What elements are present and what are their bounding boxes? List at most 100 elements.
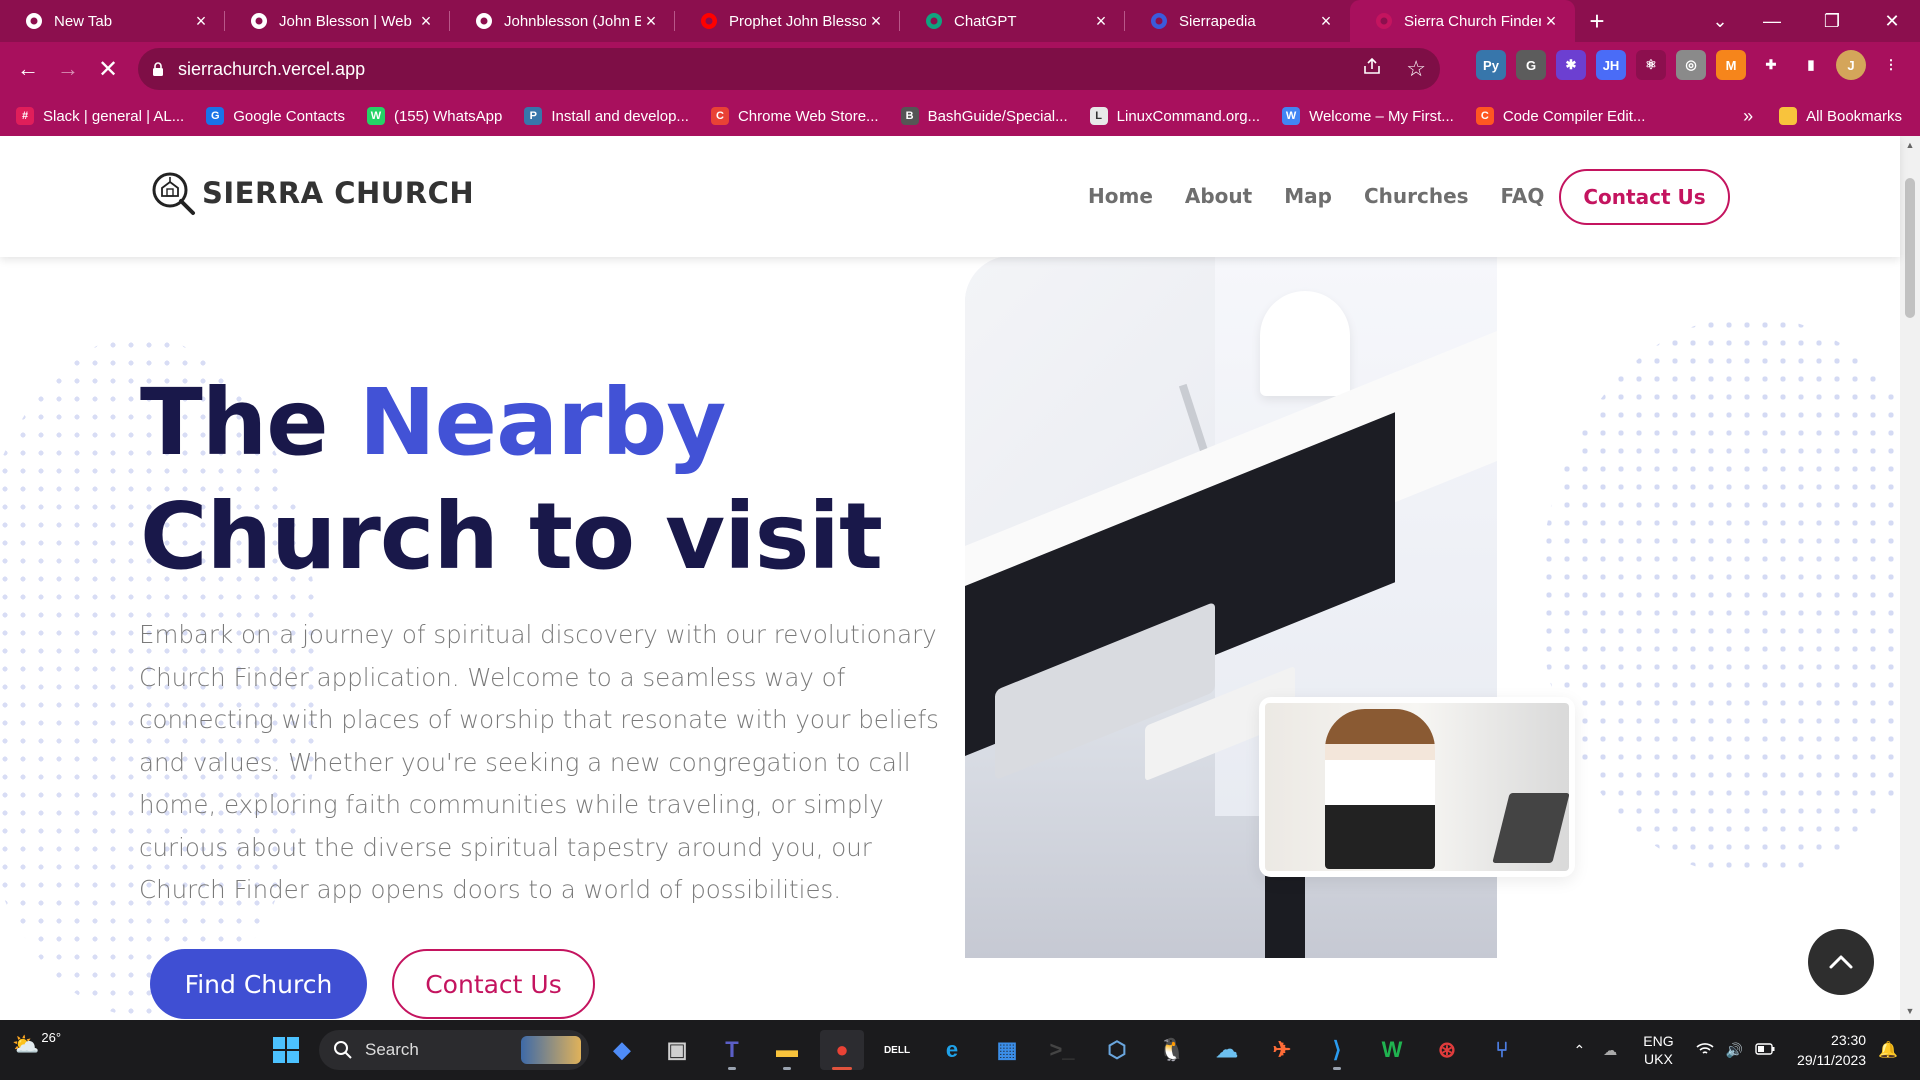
chrome-app-icon[interactable]: ● [820, 1030, 864, 1070]
share-icon[interactable] [1362, 56, 1382, 82]
store-app-icon[interactable]: ▦ [985, 1030, 1029, 1070]
menu-kebab-icon[interactable]: ⋮ [1876, 50, 1906, 80]
bookmark-item[interactable]: B BashGuide/Special... [900, 107, 1068, 125]
sourcetree-app-icon[interactable]: ⑂ [1480, 1030, 1524, 1070]
azure-app-icon[interactable]: ☁ [1205, 1030, 1249, 1070]
bookmark-item[interactable]: C Chrome Web Store... [710, 107, 879, 125]
browser-tab[interactable]: John Blesson | Web D × [225, 0, 450, 42]
lang-line1: ENG [1643, 1033, 1674, 1049]
linux-app-icon[interactable]: 🐧 [1150, 1030, 1194, 1070]
scrollbar-thumb[interactable] [1905, 178, 1915, 318]
site-logo[interactable]: SIERRA CHURCH [150, 170, 474, 216]
side-panel-icon[interactable]: ▮ [1796, 50, 1826, 80]
battery-icon[interactable] [1755, 1042, 1775, 1058]
bookmark-label: Welcome – My First... [1309, 107, 1454, 125]
close-tab-icon[interactable]: × [1316, 11, 1336, 31]
copilot-app-icon[interactable]: ◆ [600, 1030, 644, 1070]
onedrive-icon[interactable]: ☁ [1603, 1042, 1617, 1059]
nav-link-churches[interactable]: Churches [1364, 184, 1469, 208]
taskbar-app-glyph: T [725, 1037, 739, 1062]
all-bookmarks-button[interactable]: All Bookmarks [1779, 107, 1902, 125]
close-tab-icon[interactable]: × [866, 11, 886, 31]
python-extension-icon[interactable]: Py [1476, 50, 1506, 80]
hero-contact-button[interactable]: Contact Us [392, 949, 595, 1019]
jh-extension-icon[interactable]: JH [1596, 50, 1626, 80]
scroll-up-arrow-icon[interactable]: ▲ [1900, 140, 1920, 150]
url-text[interactable]: sierrachurch.vercel.app [178, 59, 365, 80]
restore-window-button[interactable]: ❐ [1802, 0, 1862, 42]
profile-avatar-icon[interactable]: J [1836, 50, 1866, 80]
browser-tab[interactable]: ChatGPT × [900, 0, 1125, 42]
bookmark-item[interactable]: G Google Contacts [206, 107, 345, 125]
web-extension-icon[interactable]: ◎ [1676, 50, 1706, 80]
back-button[interactable]: ← [8, 49, 48, 89]
vscode-app-icon[interactable]: ⟩ [1315, 1030, 1359, 1070]
bookmark-item[interactable]: C Code Compiler Edit... [1475, 107, 1645, 125]
start-button[interactable] [264, 1030, 308, 1070]
browser-tab[interactable]: Sierra Church Finder × [1350, 0, 1575, 42]
grammarly-extension-icon[interactable]: G [1516, 50, 1546, 80]
metamask-icon[interactable]: M [1716, 50, 1746, 80]
bookmark-item[interactable]: P Install and develop... [524, 107, 689, 125]
close-tab-icon[interactable]: × [1091, 11, 1111, 31]
dell-app-icon[interactable]: DELL [875, 1030, 919, 1070]
bookmark-star-icon[interactable]: ☆ [1406, 56, 1426, 82]
notification-bell-icon[interactable]: 🔔 [1878, 1040, 1898, 1060]
file-explorer-icon[interactable]: ▬ [765, 1030, 809, 1070]
browser-tab[interactable]: New Tab × [0, 0, 225, 42]
bookmark-item[interactable]: W (155) WhatsApp [366, 107, 502, 125]
nav-link-faq[interactable]: FAQ [1501, 184, 1545, 208]
language-indicator[interactable]: ENG UKX [1643, 1032, 1673, 1068]
new-tab-button[interactable]: + [1575, 0, 1619, 42]
close-tab-icon[interactable]: × [191, 11, 211, 31]
settings-extension-icon[interactable]: ✱ [1556, 50, 1586, 80]
nav-link-about[interactable]: About [1185, 184, 1252, 208]
nav-link-map[interactable]: Map [1284, 184, 1332, 208]
extensions-puzzle-icon[interactable]: ✚ [1756, 50, 1786, 80]
forward-button[interactable]: → [48, 49, 88, 89]
close-tab-icon[interactable]: × [416, 11, 436, 31]
taskbar-search[interactable]: Search [319, 1030, 589, 1070]
find-church-button[interactable]: Find Church [150, 949, 367, 1019]
minimize-window-button[interactable]: — [1742, 0, 1802, 42]
close-tab-icon[interactable]: × [641, 11, 661, 31]
task-view-icon[interactable]: ▣ [655, 1030, 699, 1070]
tray-overflow-chevron-icon[interactable]: ⌃ [1574, 1042, 1586, 1059]
nav-link-home[interactable]: Home [1088, 184, 1153, 208]
bookmark-item[interactable]: W Welcome – My First... [1282, 107, 1454, 125]
virtualbox-app-icon[interactable]: ⬡ [1095, 1030, 1139, 1070]
browser-tab[interactable]: Johnblesson (John Bl × [450, 0, 675, 42]
teams-app-icon[interactable]: T [710, 1030, 754, 1070]
help-app-icon[interactable]: ⊛ [1425, 1030, 1469, 1070]
taskbar-app-glyph: 🐧 [1158, 1037, 1186, 1062]
react-devtools-icon[interactable]: ⚛ [1636, 50, 1666, 80]
close-window-button[interactable]: ✕ [1862, 0, 1920, 42]
hero-inset-image [1259, 697, 1575, 877]
webstorm-app-icon[interactable]: W [1370, 1030, 1414, 1070]
terminal-app-icon[interactable]: >_ [1040, 1030, 1084, 1070]
page-scrollbar[interactable]: ▲ ▼ [1900, 136, 1920, 1020]
stop-loading-button[interactable]: ✕ [88, 49, 128, 89]
address-bar[interactable]: sierrachurch.vercel.app ☆ [138, 48, 1440, 90]
page-viewport: SIERRA CHURCH Home About Map Churches FAQ Co… [0, 136, 1920, 1020]
close-tab-icon[interactable]: × [1541, 11, 1561, 31]
postman-app-icon[interactable]: ✈ [1260, 1030, 1304, 1070]
bookmark-item[interactable]: L LinuxCommand.org... [1089, 107, 1260, 125]
scroll-to-top-button[interactable] [1808, 929, 1874, 995]
taskbar-app-glyph: e [945, 1037, 959, 1062]
bookmarks-overflow-button[interactable]: » [1743, 106, 1753, 127]
weather-widget[interactable]: ⛅ 26° [12, 1030, 61, 1058]
nav-contact-button[interactable]: Contact Us [1559, 169, 1730, 225]
wifi-icon[interactable] [1696, 1042, 1714, 1059]
browser-tab[interactable]: Sierrapedia × [1125, 0, 1350, 42]
tab-search-chevron-icon[interactable]: ⌄ [1690, 0, 1750, 42]
scroll-down-arrow-icon[interactable]: ▼ [1900, 1006, 1920, 1016]
volume-icon[interactable]: 🔊 [1726, 1042, 1743, 1059]
hero-title-accent: Nearby [358, 369, 727, 476]
taskbar-app-glyph: ▣ [666, 1037, 688, 1062]
bookmark-item[interactable]: # Slack | general | AL... [16, 107, 184, 125]
clock[interactable]: 23:30 29/11/2023 [1797, 1030, 1866, 1070]
all-bookmarks-label: All Bookmarks [1806, 107, 1902, 125]
browser-tab[interactable]: Prophet John Blesson × [675, 0, 900, 42]
edge-app-icon[interactable]: e [930, 1030, 974, 1070]
